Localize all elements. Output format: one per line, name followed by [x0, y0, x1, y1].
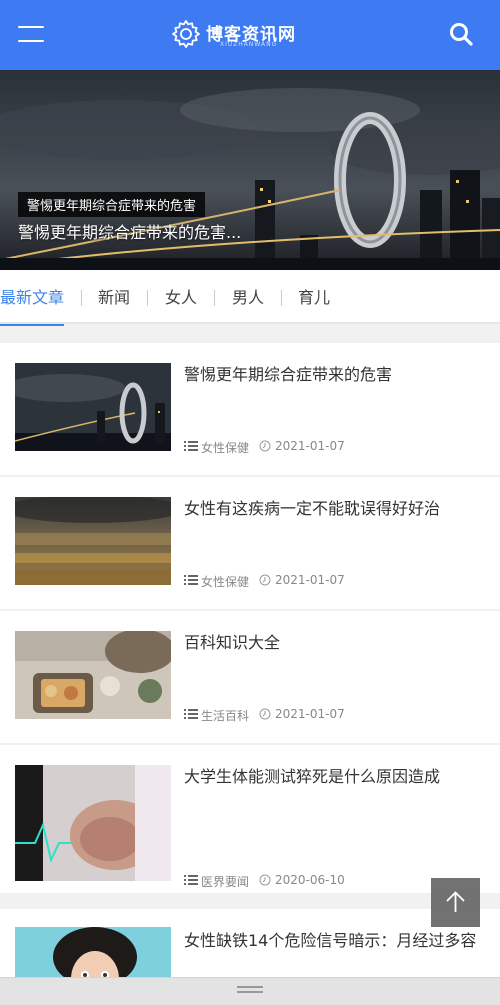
article-title[interactable]: 女性缺铁14个危险信号暗示：月经过多容	[184, 927, 484, 951]
back-to-top-button[interactable]	[431, 878, 480, 927]
article-list: 警惕更年期综合症带来的危害 女性保健 2021-01-07 女性有这疾病一定不能…	[0, 343, 500, 983]
site-logo[interactable]: 博客资讯网 XIUZHANWANG	[170, 16, 330, 54]
bottom-drag-bar	[0, 977, 500, 1005]
list-icon	[184, 875, 198, 885]
article-thumbnail	[15, 927, 171, 983]
clock-icon	[259, 440, 271, 452]
tab-parenting[interactable]: 育儿	[298, 270, 330, 324]
article-title[interactable]: 大学生体能测试猝死是什么原因造成	[184, 763, 484, 787]
article-item[interactable]: 大学生体能测试猝死是什么原因造成 医界要闻 2020-06-10	[0, 745, 500, 893]
article-date: 2020-06-10	[275, 873, 345, 887]
list-icon	[184, 575, 198, 585]
hamburger-menu-icon[interactable]	[18, 24, 46, 46]
article-category[interactable]: 医界要闻	[201, 873, 249, 890]
article-date: 2021-01-07	[275, 707, 345, 721]
article-thumbnail	[15, 765, 171, 881]
clock-icon	[259, 574, 271, 586]
clock-icon	[259, 874, 271, 886]
article-date: 2021-01-07	[275, 573, 345, 587]
site-subtitle: XIUZHANWANG	[220, 41, 278, 48]
article-item[interactable]: 警惕更年期综合症带来的危害 女性保健 2021-01-07	[0, 343, 500, 475]
article-title[interactable]: 警惕更年期综合症带来的危害	[184, 361, 484, 385]
article-title[interactable]: 百科知识大全	[184, 629, 484, 653]
tab-divider	[214, 290, 215, 306]
article-category[interactable]: 女性保健	[201, 573, 249, 590]
hero-banner[interactable]: 警惕更年期综合症带来的危害 警惕更年期综合症带来的危害...	[0, 70, 500, 270]
tab-news[interactable]: 新闻	[98, 270, 130, 324]
list-icon	[184, 709, 198, 719]
article-title[interactable]: 女性有这疾病一定不能耽误得好好治	[184, 495, 484, 519]
tab-men[interactable]: 男人	[232, 270, 264, 324]
drag-handle-icon[interactable]	[237, 986, 263, 994]
article-item[interactable]: 女性缺铁14个危险信号暗示：月经过多容	[0, 909, 500, 983]
tab-divider	[281, 290, 282, 306]
article-thumbnail	[15, 363, 171, 451]
article-thumbnail	[15, 631, 171, 719]
article-category[interactable]: 女性保健	[201, 439, 249, 456]
top-header: 博客资讯网 XIUZHANWANG	[0, 0, 500, 70]
search-icon[interactable]	[447, 20, 475, 48]
article-item[interactable]: 女性有这疾病一定不能耽误得好好治 女性保健 2021-01-07	[0, 477, 500, 609]
clock-icon	[259, 708, 271, 720]
tab-women[interactable]: 女人	[165, 270, 197, 324]
banner-caption: 警惕更年期综合症带来的危害...	[18, 223, 242, 242]
gear-logo-icon	[172, 20, 200, 48]
tab-latest[interactable]: 最新文章	[0, 270, 64, 326]
article-item[interactable]: 百科知识大全 生活百科 2021-01-07	[0, 611, 500, 743]
tab-divider	[81, 290, 82, 306]
list-icon	[184, 441, 198, 451]
article-thumbnail	[15, 497, 171, 585]
article-date: 2021-01-07	[275, 439, 345, 453]
article-category[interactable]: 生活百科	[201, 707, 249, 724]
banner-tag: 警惕更年期综合症带来的危害	[18, 192, 206, 217]
tab-divider	[147, 290, 148, 306]
category-tabs: 最新文章 新闻 女人 男人 育儿	[0, 270, 500, 326]
